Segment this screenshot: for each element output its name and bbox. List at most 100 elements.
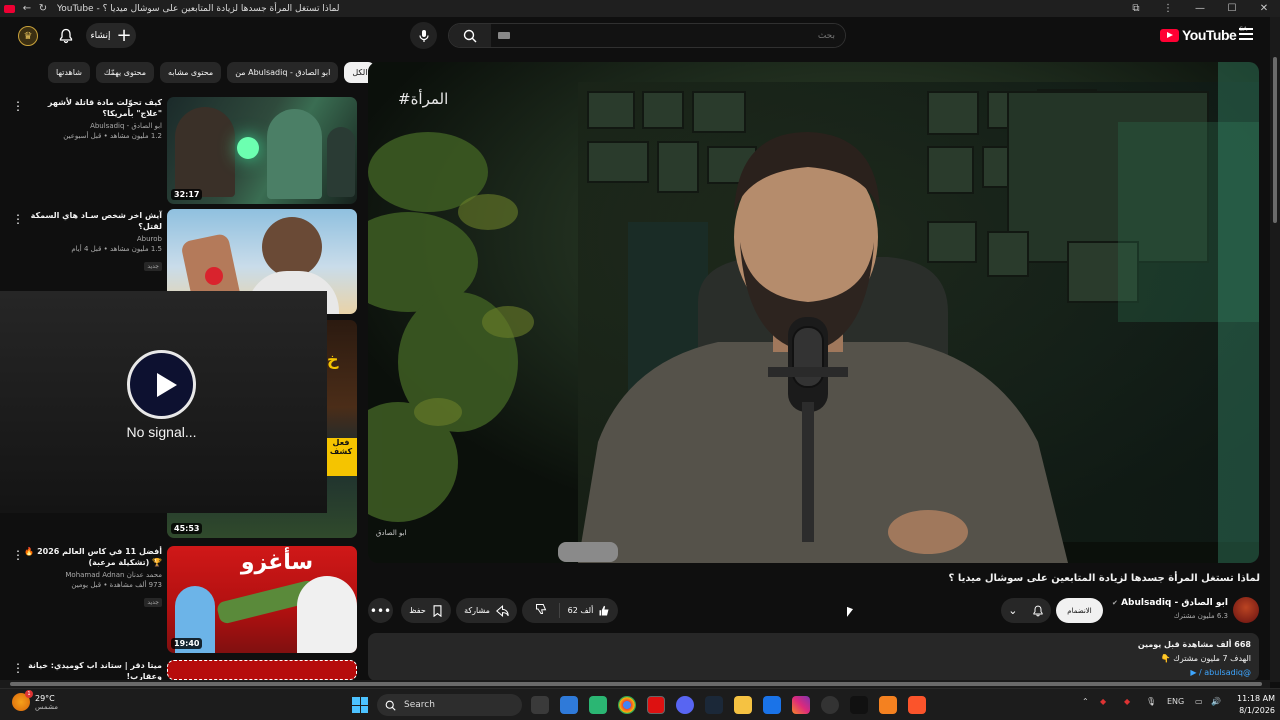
instagram-icon[interactable] [792, 696, 810, 714]
dislike-button[interactable] [522, 603, 560, 618]
mic-icon [418, 29, 429, 42]
video-menu-icon[interactable]: ⋮ [12, 213, 24, 225]
related-video-views: 1.5 مليون مشاهد • قبل 4 أيام [71, 245, 162, 253]
channel-name[interactable]: ابو الصادق - Abulsadiq ✔ [1112, 598, 1228, 608]
extensions-icon[interactable]: ⧉ [1120, 3, 1152, 14]
tray-overflow-icon[interactable]: ⌃ [1082, 697, 1089, 706]
related-filter-chips: شاهدتها محتوى يهمّك محتوى مشابه من Abuls… [48, 62, 376, 84]
masthead: ♛ إنشاء + YouTube SA [0, 17, 1270, 55]
whatsapp-icon[interactable] [589, 696, 607, 714]
related-video-meta: أفضل 11 في كاس العالم 2026 🔥🏆 (تشكيلة مر… [24, 546, 162, 608]
join-button[interactable]: الانضمام [1056, 598, 1103, 623]
brave-icon[interactable] [908, 696, 926, 714]
window-title: YouTube - لماذا تستغل المرأة جسدها لزياد… [57, 3, 340, 14]
app-icon[interactable] [763, 696, 781, 714]
volume-icon[interactable]: 🔊 [1211, 697, 1221, 706]
back-icon[interactable]: ← [19, 0, 35, 17]
vertical-scrollbar[interactable] [1270, 17, 1280, 682]
tiktok-icon[interactable] [850, 696, 868, 714]
weather-widget[interactable]: 1 29°C مشمس [12, 690, 58, 711]
time: 11:18 AM [1237, 694, 1275, 703]
thumbs-up-icon [599, 605, 609, 615]
chip-watched[interactable]: شاهدتها [48, 62, 90, 83]
chip-from-channel[interactable]: من Abulsadiq - ابو الصادق [227, 62, 339, 83]
file-explorer-icon[interactable] [734, 696, 752, 714]
language-indicator[interactable]: ENG [1167, 697, 1184, 706]
maximize-button[interactable]: ☐ [1216, 3, 1248, 14]
youtube-tab-icon [4, 4, 15, 13]
notifications-bell-icon[interactable] [56, 26, 76, 46]
steam-icon[interactable] [705, 696, 723, 714]
channel-name-text[interactable]: ابو الصادق - Abulsadiq [1121, 598, 1228, 608]
close-button[interactable]: ✕ [1248, 3, 1280, 14]
more-actions-icon[interactable]: ••• [368, 598, 393, 623]
settings-icon[interactable] [821, 696, 839, 714]
guide-menu-icon[interactable] [1238, 26, 1254, 42]
bookmark-icon [433, 604, 442, 617]
reload-icon[interactable]: ↻ [35, 0, 51, 17]
video-duration: 19:40 [171, 638, 203, 649]
start-menu-icon[interactable] [352, 697, 368, 713]
share-button[interactable]: مشاركة [456, 598, 517, 623]
chrome-icon[interactable] [618, 696, 636, 714]
browser-menu-icon[interactable]: ⋮ [1152, 3, 1184, 14]
discord-icon[interactable] [676, 696, 694, 714]
youtube-app-icon[interactable] [647, 696, 665, 714]
create-button[interactable]: إنشاء + [86, 23, 136, 48]
chip-for-you[interactable]: محتوى يهمّك [95, 62, 155, 83]
related-video-thumbnail[interactable] [167, 660, 357, 680]
related-video-title[interactable]: آيش اخر شخص سـاد هاي السمكة لقتل؟ [24, 210, 162, 232]
like-count: 62 ألف [567, 606, 594, 615]
cloud-icon[interactable] [879, 696, 897, 714]
account-avatar[interactable]: ♛ [18, 26, 38, 46]
related-video-channel[interactable]: محمد عدنان Mohamad Adnan [24, 571, 162, 579]
store-icon[interactable] [560, 696, 578, 714]
tray-app-icon[interactable]: ◆ [1100, 697, 1106, 706]
youtube-play-icon [1160, 28, 1179, 42]
related-video-thumbnail[interactable]: 32:17 [167, 97, 357, 204]
related-video-channel[interactable]: ابو الصادق - Abulsadiq [24, 122, 162, 130]
chip-similar[interactable]: محتوى مشابه [160, 62, 222, 83]
no-signal-overlay: No signal... [0, 291, 327, 513]
taskbar-search-label: Search [404, 700, 435, 710]
task-view-icon[interactable] [531, 696, 549, 714]
thumbs-down-icon [535, 604, 546, 614]
share-icon [495, 604, 509, 617]
subscriber-count: 6.3 مليون مشترك [1173, 612, 1228, 620]
video-menu-icon[interactable]: ⋮ [12, 100, 24, 112]
related-video-title[interactable]: أفضل 11 في كاس العالم 2026 🔥🏆 (تشكيلة مر… [24, 546, 162, 568]
save-button[interactable]: حفظ [401, 598, 451, 623]
search-icon [385, 700, 396, 711]
play-icon[interactable] [127, 350, 196, 419]
video-menu-icon[interactable]: ⋮ [12, 662, 24, 674]
search-button[interactable] [449, 24, 491, 47]
subscribed-button[interactable]: ⌄ [1001, 598, 1051, 623]
taskbar-search[interactable]: Search [377, 694, 522, 716]
network-icon[interactable]: ▭ [1195, 697, 1203, 706]
search-icon [463, 29, 477, 42]
related-video-meta: ميتا دقر | ستاند اب كوميدي: خيانة وعقارب… [24, 660, 162, 682]
voice-search-button[interactable] [410, 22, 437, 49]
logo-text: YouTube [1182, 27, 1237, 43]
mic-tray-icon[interactable]: 🎙 [1146, 697, 1156, 706]
minimize-button[interactable]: — [1184, 3, 1216, 14]
verified-icon: ✔ [1112, 599, 1118, 607]
channel-avatar[interactable] [1233, 597, 1259, 623]
horizontal-scrollbar[interactable] [0, 680, 1270, 688]
related-video-title[interactable]: ميتا دقر | ستاند اب كوميدي: خيانة وعقارب… [24, 660, 162, 682]
sun-icon: 1 [12, 690, 33, 711]
related-video-thumbnail[interactable]: سأغزو 19:40 [167, 546, 357, 653]
description-link[interactable]: @abulsadiq / ▶ [1190, 668, 1251, 677]
related-video-title[interactable]: كيف تحوّلت مادة قاتلة لأشهر "علاج" بأمري… [24, 97, 162, 119]
like-button[interactable]: 62 ألف [560, 605, 618, 617]
keyboard-icon[interactable] [498, 32, 510, 39]
video-player[interactable]: #المرأة ابو الصادق [368, 62, 1259, 563]
taskbar-clock[interactable]: 11:18 AM 8/1/2026 [1225, 693, 1275, 717]
video-watermark: ابو الصادق [376, 529, 407, 537]
related-video-channel[interactable]: Aburob [24, 235, 162, 243]
video-menu-icon[interactable]: ⋮ [12, 549, 24, 561]
description-box[interactable]: 668 ألف مشاهدة قبل يومين الهدف 7 مليون م… [368, 633, 1259, 681]
search-input[interactable] [491, 24, 845, 47]
tray-app-icon[interactable]: ◆ [1124, 697, 1130, 706]
youtube-logo[interactable]: YouTube SA [1160, 26, 1247, 43]
